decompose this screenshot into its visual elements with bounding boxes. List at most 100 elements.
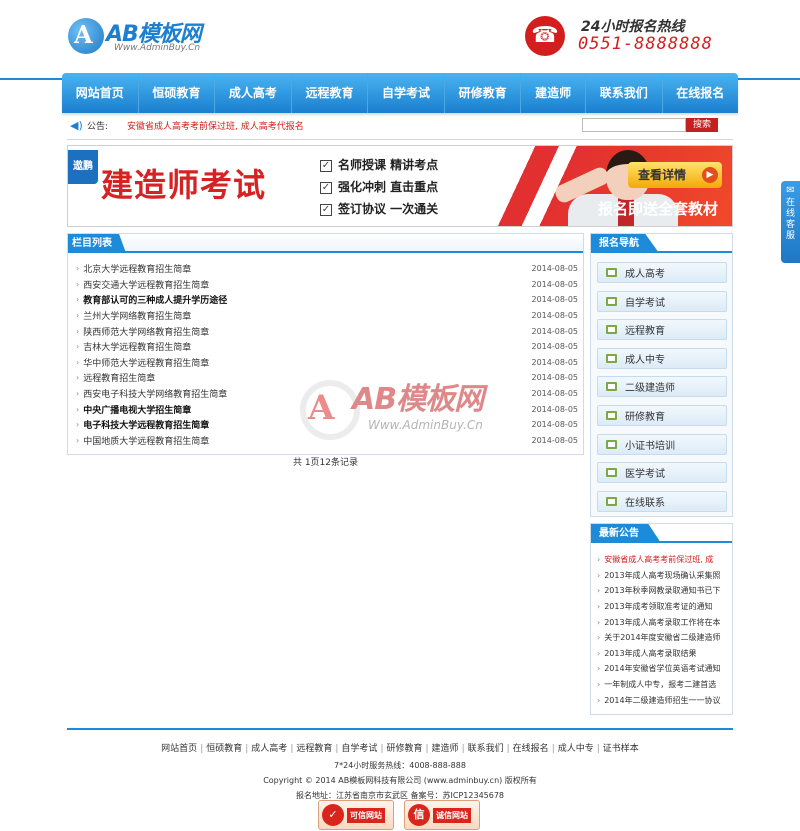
announcement-text: 2013年成人高考录取工作将在本: [604, 617, 721, 627]
list-item-title[interactable]: 西安电子科技大学网络教育招生简章: [83, 387, 227, 400]
footer-link[interactable]: 在线报名: [513, 744, 549, 754]
announcement-item[interactable]: › 2013年成人高考录取工作将在本: [597, 614, 729, 630]
footer-link[interactable]: 自学考试: [341, 744, 377, 754]
list-item[interactable]: › 兰州大学网络教育招生简章 2014-08-05: [76, 308, 578, 324]
notice-text[interactable]: 安徽省成人高考考前保过班, 成人高考代报名: [127, 119, 304, 132]
nav-item[interactable]: 自学考试: [368, 73, 445, 113]
promo-banner[interactable]: 遨鹏 建造师考试 ✓ 名师授课 精讲考点 ✓ 强化冲刺 直击重点 ✓ 签订协议 一次通…: [67, 145, 733, 227]
list-item-title[interactable]: 兰州大学网络教育招生简章: [83, 309, 191, 322]
watermark-logo: A AB模板网 Www.AdminBuy.Cn: [300, 370, 530, 450]
list-item-date: 2014-08-05: [531, 342, 579, 352]
announcement-text: 一年制成人中专，报考二建首选: [604, 680, 717, 690]
announcement-text: 2013年秋季网教录取通知书已下: [604, 586, 721, 596]
announcement-item[interactable]: › 关于2014年度安徽省二级建造师: [597, 630, 729, 646]
sidebar-nav-item[interactable]: 二级建造师: [597, 376, 727, 398]
bullet-icon: ›: [76, 373, 80, 383]
nav-item[interactable]: 联系我们: [586, 73, 663, 113]
announcement-text: 2013年成人高考录取结果: [604, 648, 697, 658]
footer-link[interactable]: 联系我们: [468, 744, 504, 754]
footer-link[interactable]: 恒硕教育: [206, 744, 242, 754]
list-item-date: 2014-08-05: [531, 311, 579, 321]
search-button[interactable]: 搜索: [686, 118, 718, 132]
sidebar-nav-item[interactable]: 研修教育: [597, 404, 727, 426]
list-item[interactable]: › 教育部认可的三种成人提升学历途径 2014-08-05: [76, 292, 578, 308]
footer-link[interactable]: 证书样本: [603, 744, 639, 754]
nav-item[interactable]: 成人高考: [215, 73, 292, 113]
sidebar-nav-item[interactable]: 小证书培训: [597, 433, 727, 455]
seal-icon: 信: [408, 804, 430, 826]
announcement-item[interactable]: › 2014年二级建造师招生一一协议: [597, 692, 729, 708]
announcements-panel: 最新公告 › 安徽省成人高考考前保过班, 成 › 2013年成人高考现场确认采集照 › 2…: [590, 523, 733, 715]
list-item-title[interactable]: 远程教育招生简章: [83, 371, 155, 384]
footer-link[interactable]: 成人中专: [558, 744, 594, 754]
nav-item[interactable]: 在线报名: [663, 73, 739, 113]
list-item[interactable]: › 北京大学远程教育招生简章 2014-08-05: [76, 261, 578, 277]
list-item-date: 2014-08-05: [531, 404, 579, 414]
book-icon: [606, 382, 617, 392]
bullet-icon: ›: [597, 555, 601, 565]
list-item-title[interactable]: 华中师范大学远程教育招生简章: [83, 356, 209, 369]
view-details-button[interactable]: 查看详情 ▶: [628, 162, 722, 188]
list-item[interactable]: › 陕西师范大学网络教育招生简章 2014-08-05: [76, 323, 578, 339]
bullet-icon: ›: [76, 389, 80, 399]
bullet-icon: ›: [76, 279, 80, 289]
list-item-title[interactable]: 中央广播电视大学招生简章: [83, 403, 191, 416]
nav-item[interactable]: 研修教育: [445, 73, 522, 113]
list-item-title[interactable]: 中国地质大学远程教育招生简章: [83, 434, 209, 447]
list-item[interactable]: › 华中师范大学远程教育招生简章 2014-08-05: [76, 355, 578, 371]
sidebar-nav-item[interactable]: 远程教育: [597, 319, 727, 341]
footer-link[interactable]: 远程教育: [296, 744, 332, 754]
online-service-tab[interactable]: ✉ 在线客服: [781, 181, 800, 263]
nav-item[interactable]: 建造师: [521, 73, 586, 113]
list-item-title[interactable]: 北京大学远程教育招生简章: [83, 262, 191, 275]
list-item-title[interactable]: 西安交通大学远程教育招生简章: [83, 278, 209, 291]
checkbox-icon: ✓: [320, 159, 332, 172]
site-logo[interactable]: A AB模板网 Www.AdminBuy.Cn: [68, 12, 218, 62]
trusted-site-badge[interactable]: ✓ 可信网站: [318, 800, 394, 830]
sidebar-nav-label: 医学考试: [625, 469, 665, 481]
announcement-text: 2013年成考领取准考证的通知: [604, 602, 713, 612]
banner-title: 建造师考试: [101, 166, 267, 204]
nav-item[interactable]: 网站首页: [62, 73, 139, 113]
list-item-title[interactable]: 电子科技大学远程教育招生简章: [83, 418, 209, 431]
sidebar-nav-item[interactable]: 医学考试: [597, 462, 727, 484]
search-input[interactable]: [582, 118, 686, 132]
list-item-date: 2014-08-05: [531, 264, 579, 274]
sidebar-nav-label: 在线联系: [625, 497, 665, 509]
bullet-icon: ›: [597, 664, 601, 674]
announcement-text: 2014年安徽省学位英语考试通知: [604, 664, 721, 674]
footer-separator: |: [596, 744, 600, 754]
bullet-icon: ›: [76, 357, 80, 367]
notice-label: 公告:: [87, 122, 109, 132]
bullet-icon: ›: [76, 326, 80, 336]
nav-item[interactable]: 远程教育: [292, 73, 369, 113]
announcement-item[interactable]: › 一年制成人中专，报考二建首选: [597, 677, 729, 693]
footer-service: 7*24小时服务热线：4008-888-888: [334, 761, 466, 770]
list-item[interactable]: › 西安交通大学远程教育招生简章 2014-08-05: [76, 277, 578, 293]
signup-nav-header: 报名导航: [591, 234, 732, 253]
footer-separator: |: [425, 744, 429, 754]
announcement-item[interactable]: › 2014年安徽省学位英语考试通知: [597, 661, 729, 677]
announcement-item[interactable]: › 2013年成人高考现场确认采集照: [597, 568, 729, 584]
footer-separator: |: [245, 744, 249, 754]
list-item[interactable]: › 吉林大学远程教育招生简章 2014-08-05: [76, 339, 578, 355]
list-item-title[interactable]: 教育部认可的三种成人提升学历途径: [83, 293, 227, 306]
announcement-item[interactable]: › 2013年秋季网教录取通知书已下: [597, 583, 729, 599]
announcement-item[interactable]: › 安徽省成人高考考前保过班, 成: [597, 552, 729, 568]
credit-site-badge[interactable]: 信 诚信网站: [404, 800, 480, 830]
announcement-item[interactable]: › 2013年成考领取准考证的通知: [597, 599, 729, 615]
footer-link[interactable]: 建造师: [432, 744, 459, 754]
sidebar-nav-item[interactable]: 自学考试: [597, 290, 727, 312]
footer-separator: |: [461, 744, 465, 754]
announcement-item[interactable]: › 2013年成人高考录取结果: [597, 646, 729, 662]
list-item-title[interactable]: 吉林大学远程教育招生简章: [83, 340, 191, 353]
footer-link[interactable]: 研修教育: [386, 744, 422, 754]
sidebar-nav-item[interactable]: 成人高考: [597, 262, 727, 283]
footer-link[interactable]: 成人高考: [251, 744, 287, 754]
sidebar-nav-item[interactable]: 成人中专: [597, 347, 727, 369]
nav-item[interactable]: 恒硕教育: [139, 73, 216, 113]
sidebar-nav-item[interactable]: 在线联系: [597, 490, 727, 512]
bullet-icon: ›: [597, 648, 601, 658]
footer-link[interactable]: 网站首页: [161, 744, 197, 754]
list-item-title[interactable]: 陕西师范大学网络教育招生简章: [83, 325, 209, 338]
